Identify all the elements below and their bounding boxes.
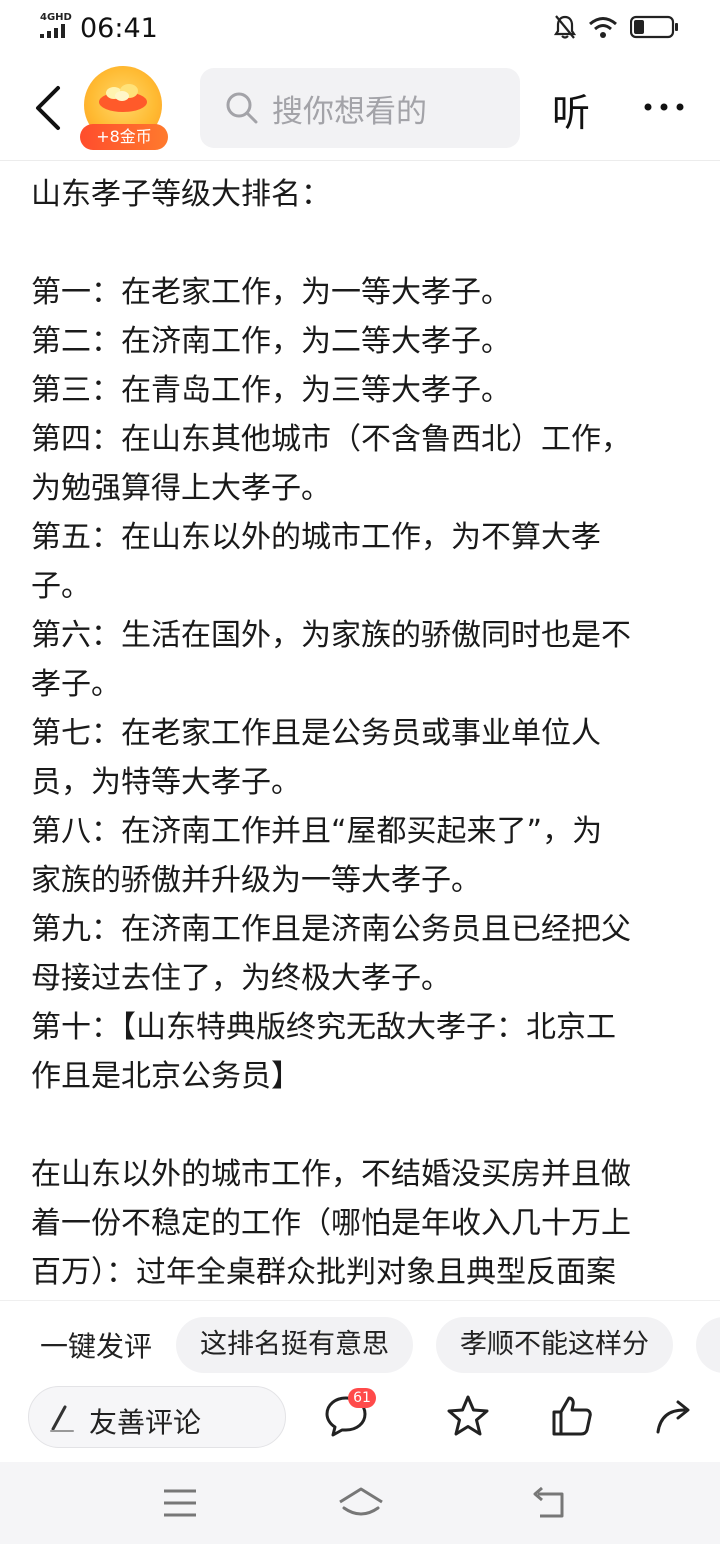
quick-comment-chip[interactable]: [696, 1317, 720, 1373]
bell-muted-icon: [554, 15, 576, 39]
system-nav-bar: [0, 1462, 720, 1544]
ranking-list: 第一：在老家工作，为一等大孝子。 第二：在济南工作，为二等大孝子。 第三：在青岛…: [31, 275, 631, 1094]
article-body: 山东孝子等级大排名： 第一：在老家工作，为一等大孝子。 第二：在济南工作，为二等…: [31, 170, 691, 1286]
quick-comment-label: 一键发评: [40, 1330, 153, 1363]
chevron-left-icon[interactable]: [28, 80, 72, 136]
network-type: 4GHD: [40, 12, 72, 23]
quick-comment-chip[interactable]: 孝顺不能这样分: [436, 1317, 673, 1373]
home-icon[interactable]: [336, 1486, 386, 1520]
status-bar: 4GHD 06:41: [0, 0, 720, 56]
listen-button[interactable]: 听: [552, 82, 590, 137]
like-icon[interactable]: [548, 1392, 596, 1440]
comment-placeholder: 友善评论: [89, 1406, 202, 1439]
quick-comment-chip[interactable]: 这排名挺有意思: [176, 1317, 413, 1373]
action-bar: 友善评论 61: [0, 1386, 720, 1462]
coin-reward-label: +8金币: [80, 124, 168, 150]
status-icons: [554, 14, 680, 40]
comment-count-badge: 61: [348, 1388, 376, 1408]
signal-icon: [40, 24, 65, 38]
search-box[interactable]: 搜你想看的: [200, 68, 520, 148]
back-return-icon[interactable]: [530, 1486, 570, 1520]
menu-icon[interactable]: [162, 1486, 198, 1520]
top-nav: +8金币 搜你想看的 听: [0, 56, 720, 161]
search-icon: [226, 92, 258, 124]
more-dots-icon[interactable]: [640, 82, 688, 132]
battery-icon: [630, 15, 678, 39]
pen-icon: [50, 1405, 74, 1432]
article-paragraph: 在山东以外的城市工作，不结婚没买房并且做 着一份不稳定的工作（哪怕是年收入几十万…: [31, 1157, 631, 1286]
clock: 06:41: [80, 13, 158, 44]
star-icon[interactable]: [444, 1392, 492, 1440]
article-title-line: 山东孝子等级大排名：: [31, 177, 331, 212]
share-icon[interactable]: [652, 1392, 700, 1440]
quick-comment-bar: 一键发评 这排名挺有意思 孝顺不能这样分: [0, 1300, 720, 1387]
wifi-icon: [589, 17, 617, 38]
coin-reward-badge[interactable]: +8金币: [80, 66, 168, 150]
search-placeholder: 搜你想看的: [272, 94, 427, 130]
comment-input[interactable]: 友善评论: [28, 1386, 286, 1448]
